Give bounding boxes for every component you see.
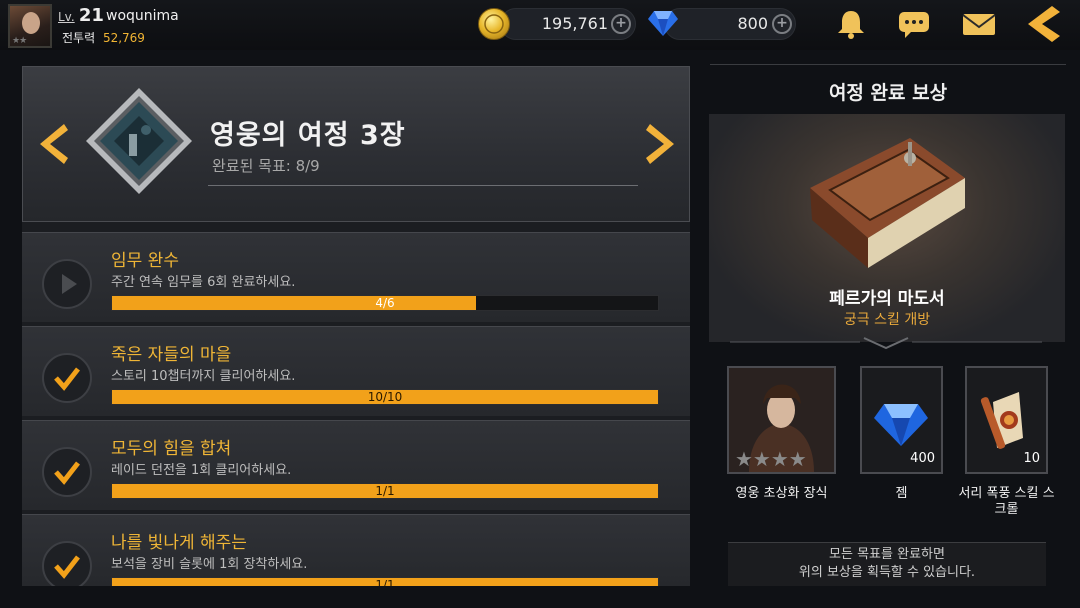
next-chapter-icon[interactable]: [644, 122, 678, 166]
reward-item-gem[interactable]: 400: [860, 366, 943, 474]
reward-item-count: 10: [1023, 451, 1040, 466]
quest-progress-bar: 1/1: [111, 577, 659, 586]
level-prefix: Lv.: [58, 10, 75, 24]
gem-amount: 800: [737, 14, 768, 33]
reward-item-label: 젬: [895, 486, 908, 501]
reward-item-label: 영웅 초상화 장식: [735, 486, 828, 501]
level-number: 21: [78, 5, 104, 26]
avatar[interactable]: ★★: [8, 4, 52, 48]
quest-desc: 레이드 던전을 1회 클리어하세요.: [111, 463, 292, 478]
chapter-title: 영웅의 여정 3장: [210, 120, 406, 151]
reward-item-count: 400: [910, 451, 935, 466]
checkmark-icon: [42, 353, 92, 403]
combat-power: 전투력 52,769: [62, 29, 145, 46]
reward-item-scroll[interactable]: 10: [965, 366, 1048, 474]
quest-row[interactable]: 임무 완수 주간 연속 임무를 6회 완료하세요. 4/6: [22, 232, 690, 322]
avatar-face: [22, 12, 40, 34]
notice-line-1: 모든 목표를 완료하면: [829, 547, 945, 562]
hero-portrait-icon: ★★★★: [729, 368, 834, 472]
ornament-divider: [730, 337, 1042, 350]
quest-desc: 보석을 장비 슬롯에 1회 장착하세요.: [111, 557, 308, 572]
bell-icon[interactable]: [834, 8, 868, 40]
quest-progress-bar: 10/10: [111, 389, 659, 405]
quest-title: 죽은 자들의 마을: [111, 345, 232, 365]
quest-progress-text: 1/1: [375, 484, 395, 498]
quest-progress-text: 4/6: [375, 296, 395, 310]
reward-item-portrait[interactable]: ★★★★: [727, 366, 836, 474]
quest-title: 나를 빛나게 해주는: [111, 533, 247, 553]
checkmark-icon: [42, 447, 92, 497]
quest-progress-text: 1/1: [375, 578, 395, 586]
right-top-rule: [710, 64, 1066, 65]
main-reward-subtitle: 궁극 스킬 개방: [843, 312, 931, 328]
coin-icon: [478, 8, 510, 40]
quest-progress-text: 10/10: [367, 390, 403, 404]
quest-title: 모두의 힘을 합쳐: [111, 439, 232, 459]
play-icon[interactable]: [42, 259, 92, 309]
reward-item-label: 서리 폭풍 스킬 스크롤: [958, 486, 1055, 517]
chapter-emblem-icon: [86, 88, 192, 194]
quest-row[interactable]: 모두의 힘을 합쳐 레이드 던전을 1회 클리어하세요. 1/1: [22, 420, 690, 510]
quest-progress-bar: 1/1: [111, 483, 659, 499]
spellbook-icon: [810, 138, 965, 268]
reward-notice: 모든 목표를 완료하면 위의 보상을 획득할 수 있습니다.: [728, 542, 1046, 586]
quest-desc: 주간 연속 임무를 6회 완료하세요.: [111, 275, 296, 290]
prev-chapter-icon[interactable]: [36, 122, 70, 166]
notice-line-2: 위의 보상을 획득할 수 있습니다.: [798, 565, 976, 580]
gem-icon: [648, 11, 678, 36]
header-divider: [208, 185, 638, 186]
add-gem-button[interactable]: +: [772, 14, 792, 34]
chat-icon[interactable]: [897, 8, 931, 40]
quest-desc: 스토리 10챕터까지 클리어하세요.: [111, 369, 296, 384]
reward-header: 여정 완료 보상: [828, 82, 948, 104]
back-arrow-icon[interactable]: [1022, 4, 1066, 44]
power-label: 전투력: [62, 31, 96, 45]
quest-row[interactable]: 죽은 자들의 마을 스토리 10챕터까지 클리어하세요. 10/10: [22, 326, 690, 416]
mail-icon[interactable]: [962, 8, 996, 40]
chapter-progress: 완료된 목표: 8/9: [212, 157, 320, 175]
quest-title: 임무 완수: [111, 251, 179, 271]
level-display: Lv. 21: [58, 5, 104, 26]
checkmark-icon: [42, 541, 92, 586]
gold-amount: 195,761: [541, 14, 608, 33]
quest-row[interactable]: 나를 빛나게 해주는 보석을 장비 슬롯에 1회 장착하세요. 1/1: [22, 514, 690, 586]
add-gold-button[interactable]: +: [611, 14, 631, 34]
quest-progress-bar: 4/6: [111, 295, 659, 311]
username: woqunima: [106, 8, 179, 24]
main-reward-name: 페르가의 마도서: [829, 289, 945, 309]
power-value: 52,769: [102, 31, 145, 45]
avatar-stars: ★★: [12, 36, 27, 46]
svg-text:★★★★: ★★★★: [735, 447, 807, 471]
